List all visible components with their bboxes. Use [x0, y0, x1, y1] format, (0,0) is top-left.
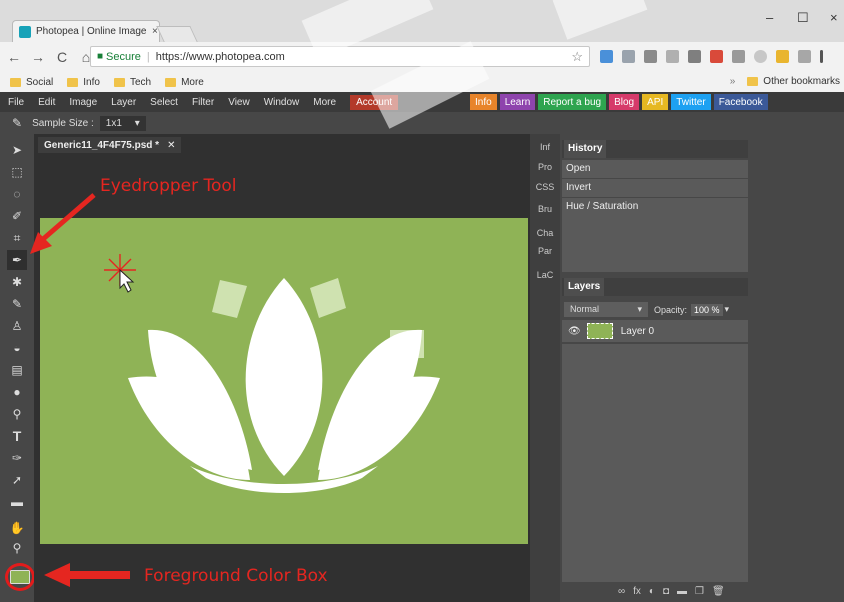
foreground-arrow: [44, 563, 130, 587]
annotation-arrows: [30, 193, 130, 587]
eyedropper-arrow: [30, 193, 96, 254]
